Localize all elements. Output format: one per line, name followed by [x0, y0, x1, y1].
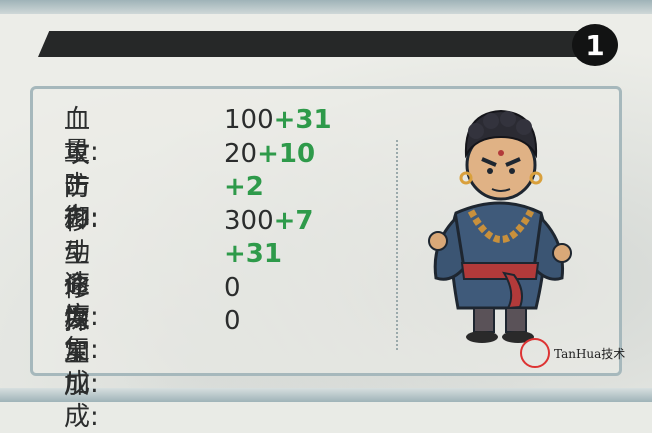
stat-base: 0 [224, 306, 241, 336]
top-border [0, 0, 652, 14]
panel-divider [396, 140, 398, 350]
watermark-logo-icon [520, 338, 550, 368]
stat-bonus: +7 [273, 205, 314, 236]
stat-base: 0 [224, 272, 241, 303]
level-badge: 1 [572, 24, 618, 66]
title-bar [38, 31, 598, 57]
watermark: TanHua技术 [520, 338, 625, 368]
monk-character-portrait [428, 109, 572, 343]
stat-bonus: +31 [273, 105, 332, 135]
stat-base: 300 [224, 205, 274, 236]
stat-bonus: +10 [257, 138, 316, 169]
stat-bonus: +31 [224, 239, 282, 269]
stats-panel-frame: 1 血 量: 100 +31 攻击力: 20 +10 防 御: +2 移动速度: 3… [0, 0, 652, 432]
stat-base: 20 [224, 138, 258, 169]
stat-label: 探宝加成: [64, 306, 99, 432]
stat-bonus: +2 [224, 172, 264, 202]
stat-base: 100 [224, 105, 274, 135]
watermark-text: TanHua技术 [554, 346, 626, 361]
